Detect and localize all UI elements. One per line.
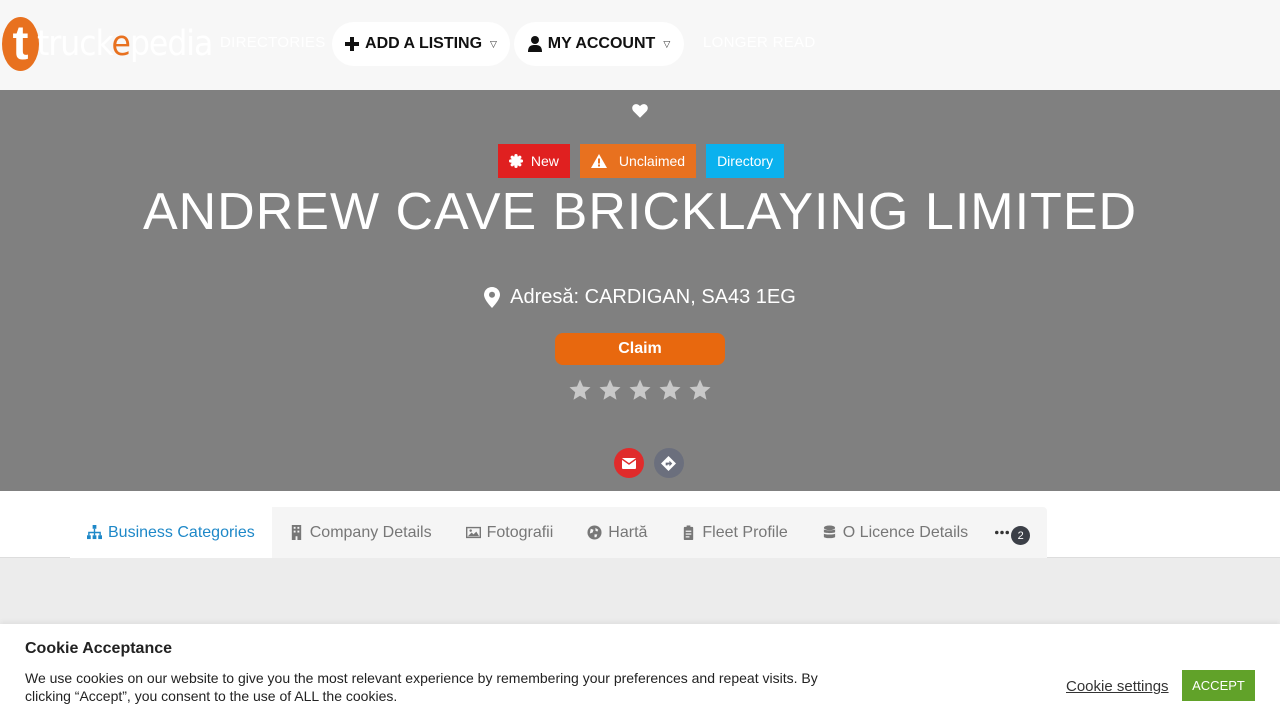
database-icon (823, 525, 835, 539)
cookie-title: Cookie Acceptance (25, 640, 173, 657)
add-listing-label: ADD A LISTING (365, 35, 483, 52)
email-button[interactable] (613, 448, 644, 478)
tab-label: Fleet Profile (702, 523, 788, 541)
chevron-down-icon: ▽ (490, 38, 497, 49)
site-logo[interactable]: t truckepedia (2, 16, 213, 72)
logo-text-start: truck (37, 24, 113, 64)
listing-address: Adresă: CARDIGAN, SA43 1EG (0, 286, 1280, 309)
tab-label: O Licence Details (842, 523, 969, 541)
more-count-badge: 2 (1011, 526, 1031, 545)
tab-fotografii[interactable]: Fotografii (449, 507, 571, 558)
logo-mark: t (2, 17, 39, 71)
directions-button[interactable] (653, 448, 684, 478)
listing-hero: New Unclaimed Directory ANDREW CAVE BRIC… (0, 90, 1280, 491)
listing-tabs: Business Categories Company Details Foto… (70, 507, 1047, 558)
contact-actions (0, 448, 1280, 478)
star-icon[interactable] (568, 378, 592, 402)
tab-more[interactable]: 2 (985, 507, 1040, 558)
nav-directories[interactable]: DIRECTORIES (220, 34, 326, 51)
clipboard-icon (684, 525, 694, 540)
tab-fleet-profile[interactable]: Fleet Profile (664, 507, 804, 558)
image-icon (465, 526, 481, 539)
plus-icon (345, 37, 360, 51)
tab-label: Fotografii (486, 523, 554, 541)
user-icon (527, 36, 542, 52)
tab-business-categories[interactable]: Business Categories (70, 507, 272, 558)
star-icon[interactable] (598, 378, 622, 402)
globe-icon (587, 525, 602, 540)
cookie-banner: Cookie Acceptance We use cookies on our … (0, 624, 1280, 720)
logo-text-end: pedia (129, 24, 213, 64)
star-icon[interactable] (658, 378, 682, 402)
logo-text-e: e (111, 24, 131, 64)
heart-icon[interactable] (631, 102, 649, 120)
badge-directory-label: Directory (717, 153, 774, 169)
star-icon[interactable] (628, 378, 652, 402)
badge-directory[interactable]: Directory (706, 144, 785, 178)
cookie-text: We use cookies on our website to give yo… (25, 670, 818, 704)
address-text: Adresă: CARDIGAN, SA43 1EG (510, 286, 796, 308)
star-icon[interactable] (688, 378, 712, 402)
map-marker-icon (484, 287, 501, 308)
envelope-icon (621, 457, 636, 469)
nav-longer-read[interactable]: LONGER READ (703, 34, 816, 51)
my-account-button[interactable]: MY ACCOUNT ▽ (514, 22, 684, 66)
claim-button[interactable]: Claim (555, 333, 725, 365)
chevron-down-icon: ▽ (663, 38, 671, 49)
logo-wordmark: truckepedia (37, 24, 213, 64)
sitemap-icon (87, 525, 102, 540)
tab-label: Business Categories (108, 523, 255, 541)
badge-new: New (497, 144, 570, 178)
cookie-accept-button[interactable]: ACCEPT (1182, 670, 1255, 701)
badge-new-label: New (530, 153, 559, 169)
rating-stars[interactable] (0, 378, 1280, 402)
tab-harta[interactable]: Hartă (570, 507, 664, 558)
ellipsis-icon (995, 530, 1010, 535)
status-badges: New Unclaimed Directory (0, 144, 1280, 178)
listing-title: ANDREW CAVE BRICKLAYING LIMITED (142, 183, 1138, 241)
cookie-settings-link[interactable]: Cookie settings (1066, 678, 1169, 695)
directions-icon (661, 455, 676, 471)
my-account-label: MY ACCOUNT (547, 35, 656, 52)
certificate-icon (508, 154, 523, 168)
site-header: t truckepedia DIRECTORIES ADD A LISTING … (0, 0, 1280, 90)
tab-label: Company Details (309, 523, 432, 541)
tab-label: Hartă (608, 523, 648, 541)
building-icon (291, 525, 301, 540)
tab-company-details[interactable]: Company Details (272, 507, 449, 558)
badge-unclaimed: Unclaimed (579, 144, 697, 178)
add-listing-button[interactable]: ADD A LISTING ▽ (332, 22, 510, 66)
badge-unclaimed-label: Unclaimed (618, 153, 686, 169)
tab-o-licence-details[interactable]: O Licence Details (805, 507, 985, 558)
warning-icon (590, 154, 607, 168)
